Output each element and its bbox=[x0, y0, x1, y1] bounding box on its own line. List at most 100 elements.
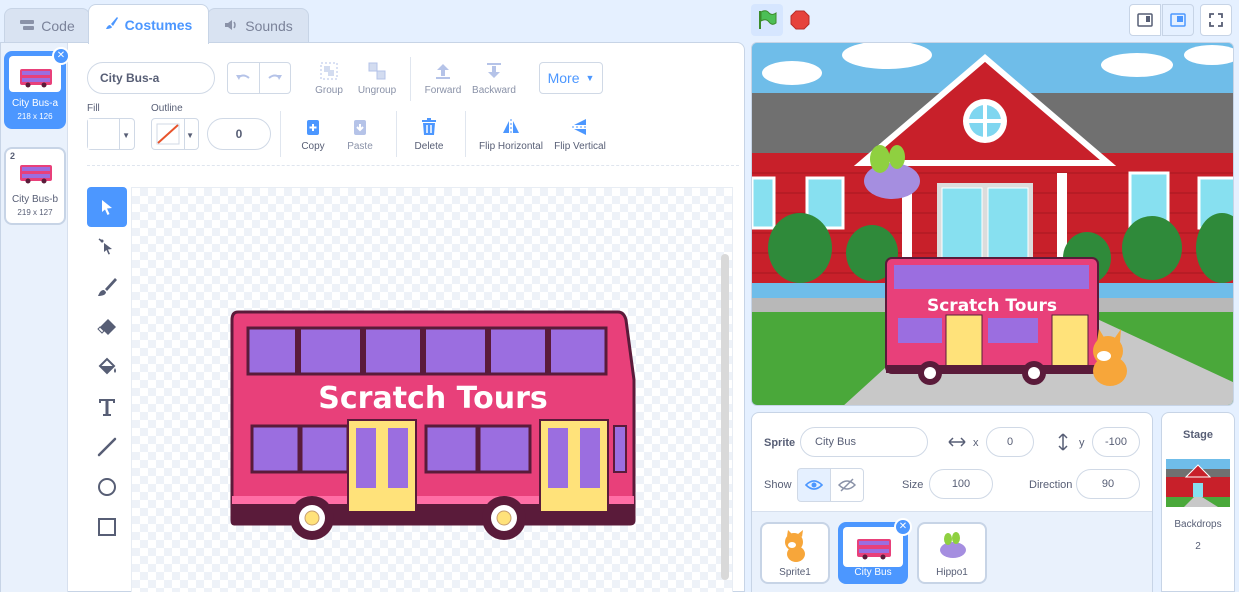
sprite-list: Sprite1 City Bus ✕ Hippo1 bbox=[752, 511, 1152, 592]
costume-dims: 218 x 126 bbox=[17, 112, 53, 121]
fullscreen-button[interactable] bbox=[1200, 4, 1232, 36]
show-hidden-button[interactable] bbox=[830, 468, 864, 502]
y-input[interactable]: -100 bbox=[1092, 427, 1140, 457]
sprite-name: City Bus bbox=[854, 567, 892, 578]
backward-icon bbox=[487, 63, 501, 78]
sprite-tile-hippo1[interactable]: Hippo1 bbox=[917, 522, 987, 584]
undo-redo-group bbox=[227, 62, 291, 94]
direction-input[interactable]: 90 bbox=[1076, 469, 1140, 499]
ungroup-button[interactable]: Ungroup bbox=[354, 61, 400, 96]
outline-width-input[interactable]: 0 bbox=[207, 118, 271, 150]
sprite-tile-city-bus[interactable]: City Bus ✕ bbox=[838, 518, 912, 584]
forward-button[interactable]: Forward bbox=[421, 61, 465, 96]
outline-color-picker[interactable]: ▼ bbox=[151, 118, 199, 150]
costume-name: City Bus-a bbox=[11, 98, 59, 109]
tab-costumes[interactable]: Costumes bbox=[88, 4, 209, 44]
text-tool[interactable] bbox=[87, 387, 127, 427]
stop-button[interactable] bbox=[784, 4, 816, 36]
backward-button[interactable]: Backward bbox=[469, 61, 519, 96]
copy-label: Copy bbox=[301, 141, 325, 152]
delete-costume-icon[interactable]: ✕ bbox=[52, 47, 70, 65]
forward-label: Forward bbox=[424, 85, 462, 96]
eye-icon bbox=[805, 480, 823, 490]
large-stage-button[interactable] bbox=[1162, 4, 1194, 36]
rectangle-tool[interactable] bbox=[87, 507, 127, 547]
select-tool[interactable] bbox=[87, 187, 127, 227]
fill-color-picker[interactable]: ▼ bbox=[87, 118, 135, 150]
brush-tool[interactable] bbox=[87, 267, 127, 307]
eraser-icon bbox=[97, 319, 116, 335]
more-button[interactable]: More ▼ bbox=[539, 62, 603, 94]
sprite-name: Hippo1 bbox=[936, 567, 968, 578]
stage-canvas[interactable]: Scratch Tours bbox=[751, 42, 1234, 406]
no-color-icon bbox=[156, 123, 180, 145]
trash-icon bbox=[422, 118, 436, 135]
large-stage-icon bbox=[1170, 13, 1186, 27]
line-icon bbox=[97, 437, 117, 457]
hippo-thumbnail bbox=[940, 532, 966, 558]
direction-value: 90 bbox=[1101, 478, 1115, 490]
code-icon bbox=[19, 18, 35, 34]
x-value: 0 bbox=[1006, 436, 1014, 448]
fill-label: Fill bbox=[87, 103, 100, 114]
copy-button[interactable]: Copy bbox=[293, 117, 333, 152]
costume-tile-1[interactable]: 1 City Bus-a 218 x 126 ✕ bbox=[4, 47, 70, 129]
text-icon bbox=[99, 399, 115, 416]
flip-vertical-label: Flip Vertical bbox=[554, 141, 606, 152]
bus-text: Scratch Tours bbox=[318, 381, 547, 416]
ungroup-icon bbox=[368, 62, 386, 80]
eraser-tool[interactable] bbox=[87, 307, 127, 347]
cat-thumbnail bbox=[785, 530, 805, 562]
eye-slash-icon bbox=[838, 478, 856, 492]
bus-costume-artwork[interactable]: Scratch Tours bbox=[230, 308, 636, 548]
group-button[interactable]: Group bbox=[307, 61, 351, 96]
reshape-tool[interactable] bbox=[87, 227, 127, 267]
delete-label: Delete bbox=[414, 141, 444, 152]
paint-canvas[interactable]: Scratch Tours bbox=[131, 187, 733, 592]
delete-button[interactable]: Delete bbox=[409, 117, 449, 152]
costume-name-input[interactable]: City Bus-a bbox=[87, 62, 215, 94]
sprite-name-input[interactable]: City Bus bbox=[800, 427, 928, 457]
costume-name: City Bus-b bbox=[11, 194, 59, 205]
divider bbox=[280, 111, 281, 157]
redo-button[interactable] bbox=[260, 63, 291, 93]
speaker-icon bbox=[223, 18, 239, 35]
flip-vertical-icon bbox=[572, 119, 588, 135]
small-stage-button[interactable] bbox=[1129, 4, 1161, 36]
sprite-name-value: City Bus bbox=[815, 436, 856, 448]
undo-button[interactable] bbox=[228, 63, 260, 93]
backdrops-count: 2 bbox=[1195, 541, 1201, 552]
circle-tool[interactable] bbox=[87, 467, 127, 507]
more-label: More bbox=[547, 70, 580, 86]
forward-icon bbox=[436, 64, 450, 79]
tab-code[interactable]: Code bbox=[4, 8, 90, 43]
caret-down-icon: ▼ bbox=[585, 73, 595, 83]
show-visible-button[interactable] bbox=[797, 468, 831, 502]
y-label: y bbox=[1079, 437, 1085, 449]
x-input[interactable]: 0 bbox=[986, 427, 1034, 457]
costume-tile-2[interactable]: 2 City Bus-b 219 x 127 bbox=[4, 147, 66, 225]
green-flag-button[interactable] bbox=[751, 4, 783, 36]
tab-sounds[interactable]: Sounds bbox=[207, 8, 309, 43]
line-tool[interactable] bbox=[87, 427, 127, 467]
small-stage-icon bbox=[1137, 13, 1153, 27]
green-flag-icon bbox=[759, 10, 777, 29]
caret-down-icon: ▼ bbox=[122, 131, 130, 140]
fill-tool[interactable] bbox=[87, 347, 127, 387]
paste-button[interactable]: Paste bbox=[341, 117, 379, 152]
undo-icon bbox=[236, 74, 250, 80]
delete-sprite-icon[interactable]: ✕ bbox=[894, 518, 912, 536]
stage-selector[interactable]: Stage Backdrops 2 bbox=[1161, 412, 1235, 592]
size-input[interactable]: 100 bbox=[929, 469, 993, 499]
copy-icon bbox=[307, 120, 319, 135]
sprite-tile-sprite1[interactable]: Sprite1 bbox=[760, 522, 830, 584]
flip-horizontal-button[interactable]: Flip Horizontal bbox=[477, 117, 545, 152]
toolbar-divider bbox=[87, 165, 739, 166]
flip-horizontal-icon bbox=[503, 119, 519, 135]
backdrops-label: Backdrops bbox=[1174, 519, 1222, 530]
vertical-scrollbar[interactable] bbox=[721, 254, 729, 580]
tab-code-label: Code bbox=[41, 18, 75, 34]
flip-vertical-button[interactable]: Flip Vertical bbox=[551, 117, 609, 152]
direction-label: Direction bbox=[1029, 479, 1073, 491]
costume-dims: 219 x 127 bbox=[17, 208, 53, 217]
